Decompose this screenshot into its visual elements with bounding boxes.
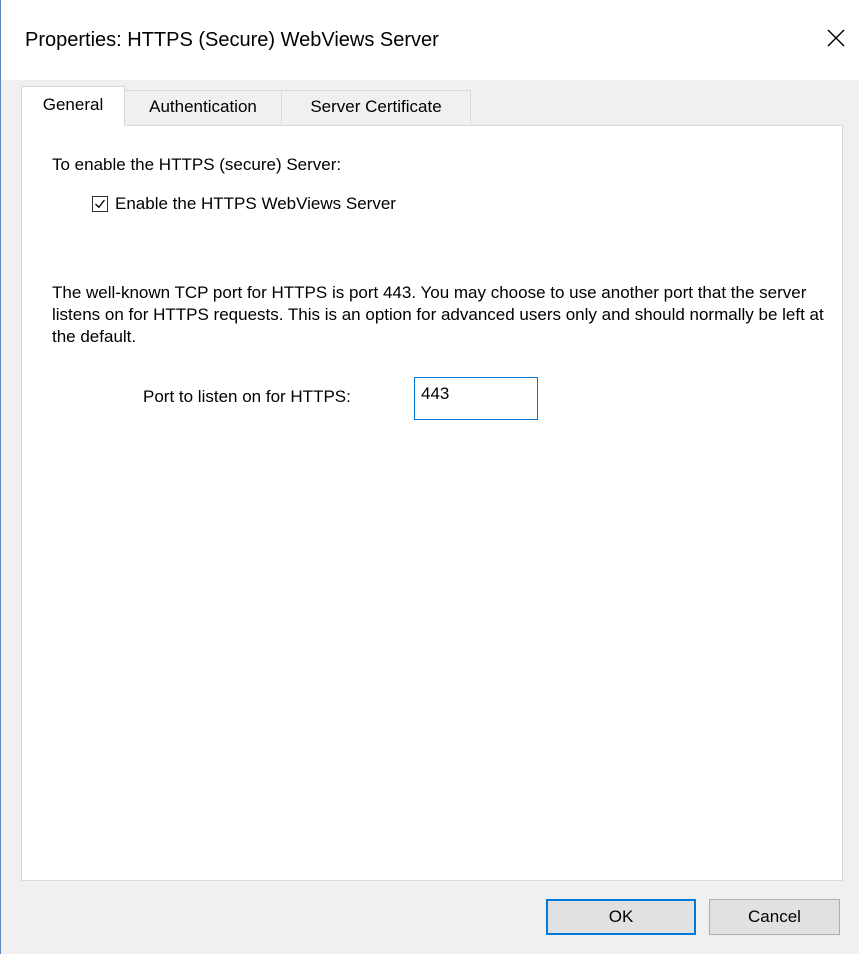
ok-button[interactable]: OK [546, 899, 696, 935]
properties-dialog: Properties: HTTPS (Secure) WebViews Serv… [0, 0, 859, 954]
enable-heading: To enable the HTTPS (secure) Server: [52, 155, 342, 174]
close-button[interactable] [813, 18, 859, 58]
port-label: Port to listen on for HTTPS: [143, 387, 351, 406]
tab-general[interactable]: General [21, 86, 125, 126]
dialog-title: Properties: HTTPS (Secure) WebViews Serv… [25, 29, 439, 51]
checkmark-icon [95, 199, 106, 209]
enable-https-checkbox[interactable] [92, 196, 108, 212]
tab-authentication[interactable]: Authentication [124, 90, 282, 124]
title-bar: Properties: HTTPS (Secure) WebViews Serv… [1, 0, 859, 80]
close-icon [827, 29, 845, 47]
cancel-button[interactable]: Cancel [709, 899, 840, 935]
tab-panel-general: To enable the HTTPS (secure) Server: Ena… [21, 125, 843, 881]
tab-server-certificate[interactable]: Server Certificate [281, 90, 471, 124]
port-description: The well-known TCP port for HTTPS is por… [52, 283, 824, 346]
port-input[interactable] [414, 377, 538, 420]
enable-https-label[interactable]: Enable the HTTPS WebViews Server [115, 194, 396, 214]
